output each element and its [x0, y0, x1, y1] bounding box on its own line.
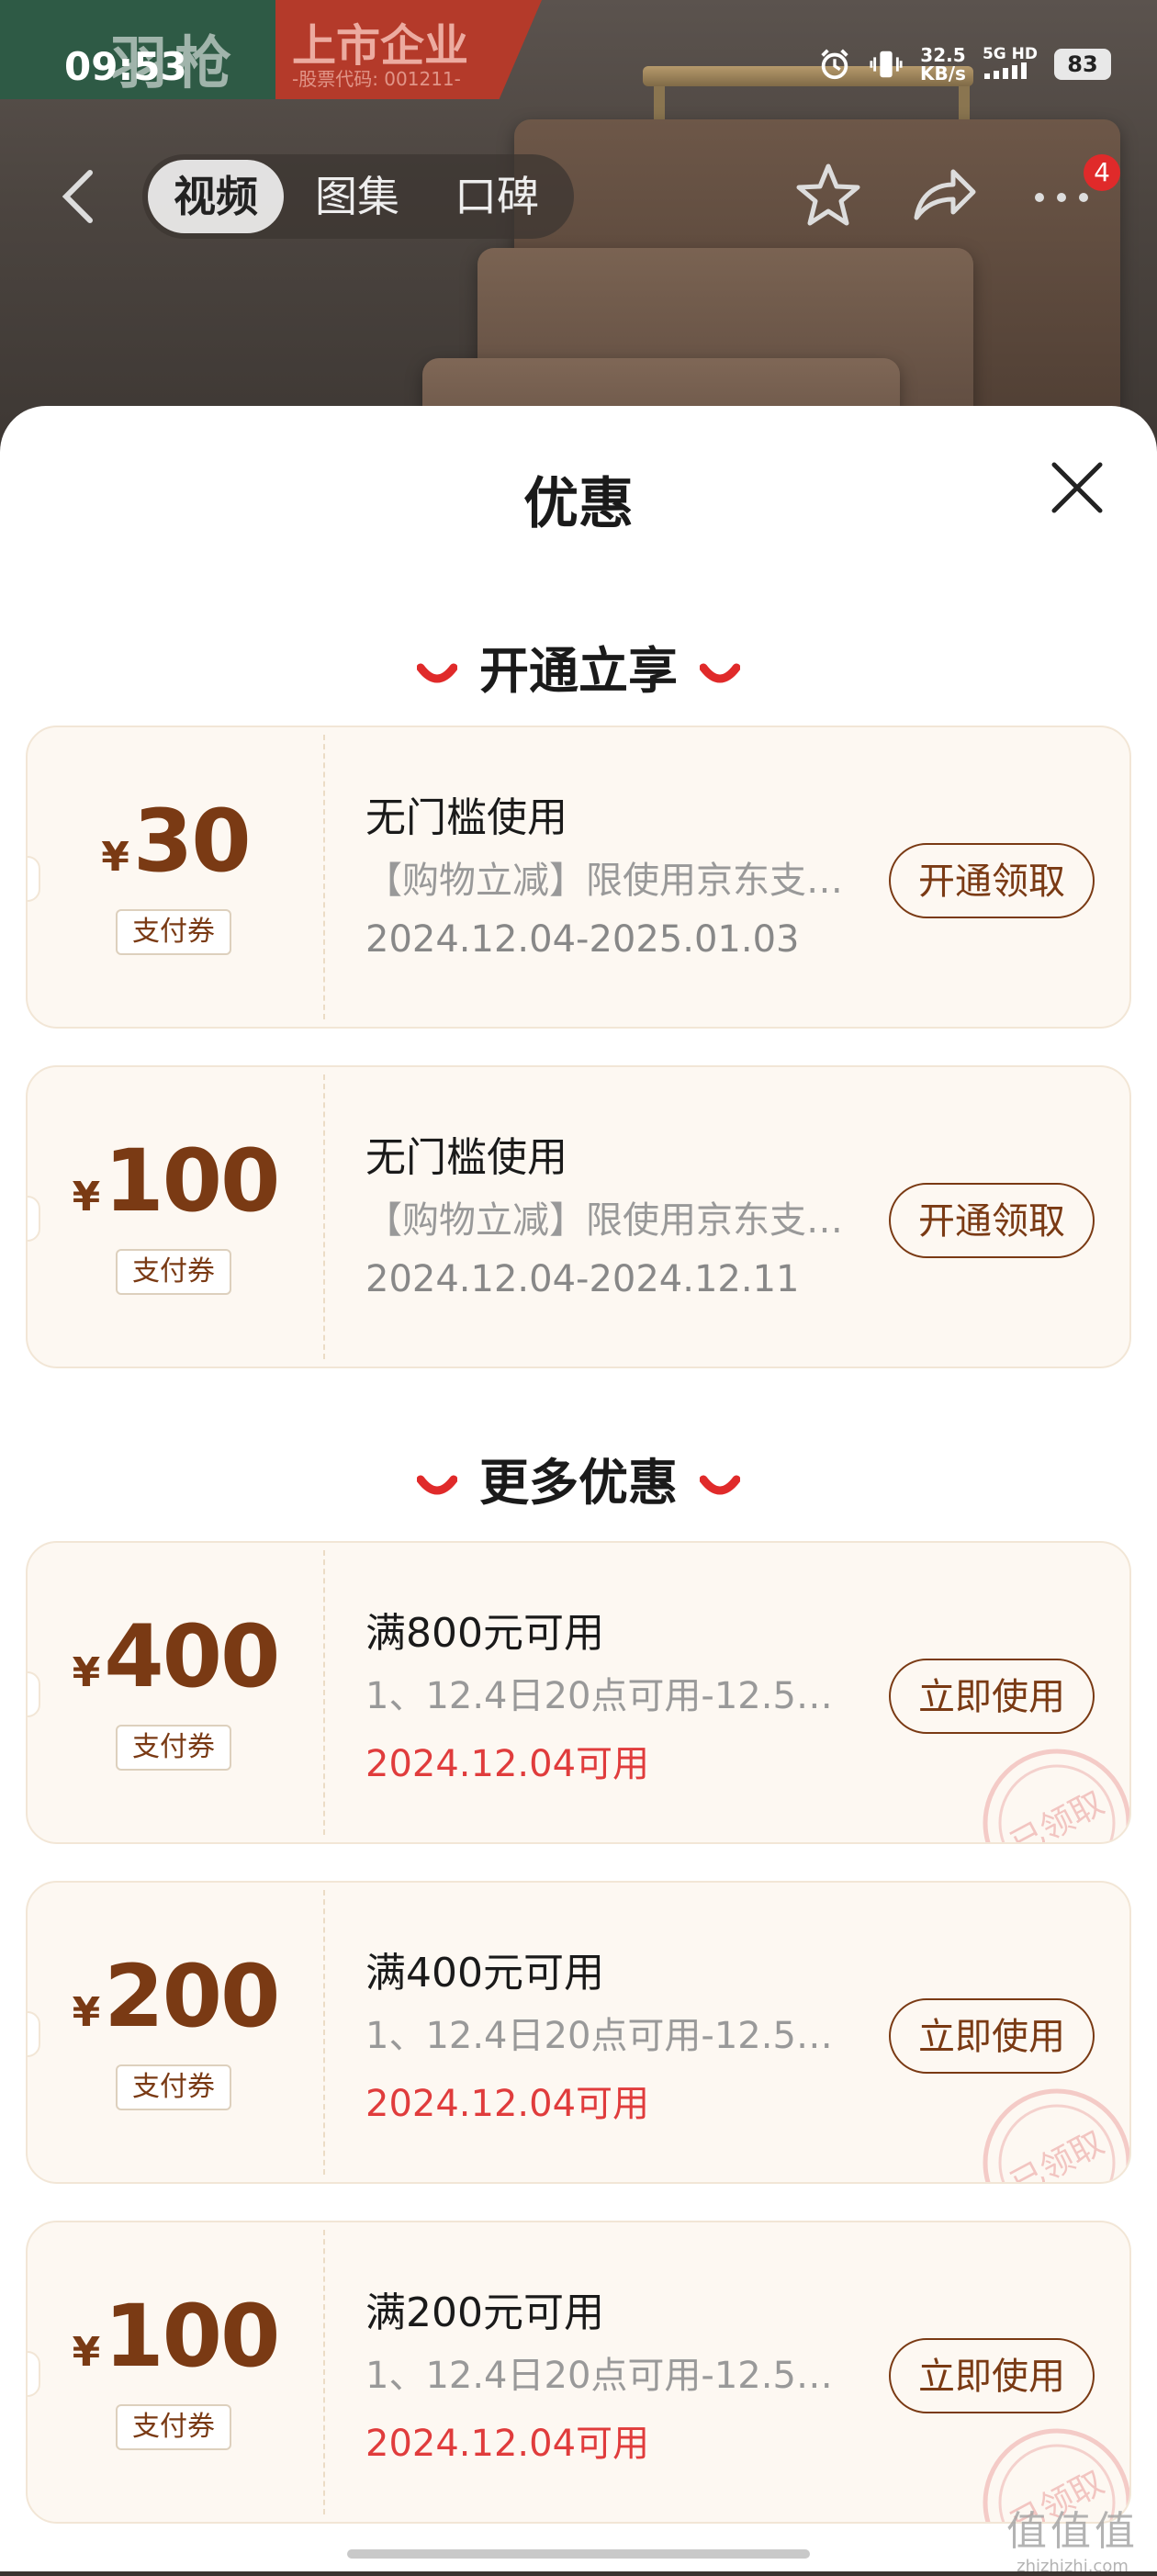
smile-right-icon	[700, 663, 740, 683]
coupon-date: 2024.12.04可用	[365, 2423, 650, 2465]
alarm-icon	[821, 49, 848, 80]
coupon-card: ¥100 支付券 无门槛使用 【购物立减】限使用京东支付… 2024.12.04…	[26, 1065, 1131, 1368]
stock-code: -股票代码: 001211-	[292, 68, 461, 90]
coupon-type-tag: 支付券	[116, 2064, 231, 2110]
coupon-desc: 【购物立减】限使用京东支付…	[365, 1199, 852, 1242]
vibrate-icon	[870, 51, 903, 78]
tab-gallery[interactable]: 图集	[315, 154, 399, 239]
coupon-title: 满200元可用	[365, 2289, 604, 2336]
signal-bars-icon	[983, 62, 1027, 79]
discount-sheet: 优惠 开通立享 ¥30 支付券 无门槛使用 【购物立减】限使用京东支付… 202…	[0, 406, 1157, 2571]
smile-left-icon	[417, 1475, 457, 1495]
section-title-open: 开通立享	[0, 630, 1157, 703]
activate-claim-button[interactable]: 开通领取	[889, 843, 1095, 918]
coupon-type-tag: 支付券	[116, 1249, 231, 1295]
coupon-date: 2024.12.04-2025.01.03	[365, 918, 800, 961]
activate-claim-button[interactable]: 开通领取	[889, 1183, 1095, 1258]
svg-text:已领取: 已领取	[1005, 1784, 1110, 1844]
coupon-type-tag: 支付券	[116, 1725, 231, 1771]
notification-badge: 4	[1084, 154, 1120, 191]
close-icon[interactable]	[1047, 457, 1107, 518]
coupon-card: ¥200 支付券 满400元可用 1、12.4日20点可用-12.5… 2024…	[26, 1881, 1131, 2184]
network-speed: 32.5 KB/s	[920, 44, 966, 84]
back-icon[interactable]	[51, 163, 107, 230]
coupon-amount: ¥30	[101, 792, 251, 892]
coupon-title: 满800元可用	[365, 1610, 604, 1657]
svg-text:已领取: 已领取	[1005, 2124, 1110, 2184]
battery-indicator: 83	[1054, 49, 1111, 80]
coupon-card: ¥400 支付券 满800元可用 1、12.4日20点可用-12.5… 2024…	[26, 1541, 1131, 1844]
claimed-stamp-icon: 已领取	[983, 1749, 1129, 1844]
coupon-desc: 1、12.4日20点可用-12.5…	[365, 1675, 833, 1717]
coupon-amount: ¥100	[72, 1131, 281, 1232]
coupon-amount: ¥100	[72, 2287, 281, 2387]
use-now-button[interactable]: 立即使用	[889, 1998, 1095, 2074]
site-watermark: 值值值 zhizhizhi.com	[1006, 2508, 1139, 2576]
coupon-desc: 1、12.4日20点可用-12.5…	[365, 2015, 833, 2057]
coupon-date: 2024.12.04可用	[365, 2083, 650, 2125]
use-now-button[interactable]: 立即使用	[889, 1659, 1095, 1734]
home-indicator[interactable]	[347, 2549, 810, 2559]
coupon-date: 2024.12.04-2024.12.11	[365, 1258, 800, 1300]
tab-video[interactable]: 视频	[148, 160, 284, 233]
coupon-type-tag: 支付券	[116, 2404, 231, 2450]
coupon-title: 无门槛使用	[365, 794, 567, 841]
coupon-card: ¥100 支付券 满200元可用 1、12.4日20点可用-12.5… 2024…	[26, 2221, 1131, 2524]
claimed-stamp-icon: 已领取	[983, 2088, 1129, 2184]
coupon-amount: ¥400	[72, 1607, 281, 1707]
smile-right-icon	[700, 1475, 740, 1495]
coupon-title: 无门槛使用	[365, 1134, 567, 1181]
tab-reviews[interactable]: 口碑	[455, 154, 539, 239]
media-tabs: 视频 图集 口碑	[142, 154, 574, 239]
coupon-title: 满400元可用	[365, 1950, 604, 1997]
status-icons: 32.5 KB/s 5G HD 83	[817, 46, 1111, 83]
coupon-type-tag: 支付券	[116, 909, 231, 955]
share-icon[interactable]	[909, 161, 979, 231]
sheet-title: 优惠	[523, 472, 634, 536]
coupon-date: 2024.12.04可用	[365, 1743, 650, 1785]
coupon-desc: 【购物立减】限使用京东支付…	[365, 860, 852, 902]
smile-left-icon	[417, 663, 457, 683]
coupon-desc: 1、12.4日20点可用-12.5…	[365, 2355, 833, 2397]
coupon-card: ¥30 支付券 无门槛使用 【购物立减】限使用京东支付… 2024.12.04-…	[26, 726, 1131, 1029]
status-time: 09:53	[64, 44, 187, 89]
coupon-amount: ¥200	[72, 1947, 281, 2047]
star-icon[interactable]	[793, 161, 863, 231]
section-title-more: 更多优惠	[0, 1442, 1157, 1514]
signal-indicator: 5G HD	[983, 46, 1038, 83]
use-now-button[interactable]: 立即使用	[889, 2338, 1095, 2413]
